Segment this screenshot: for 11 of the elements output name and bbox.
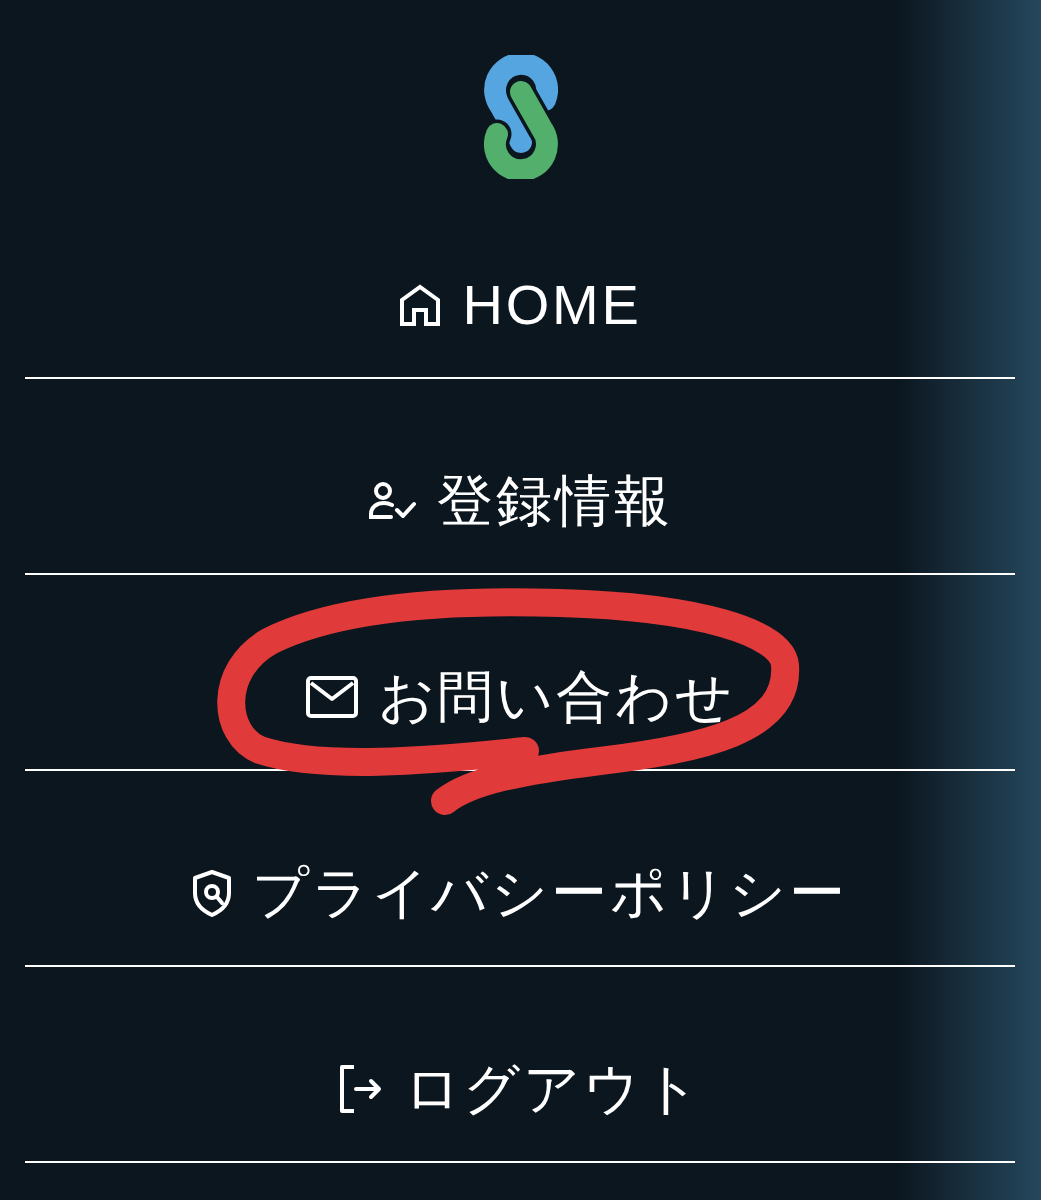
menu-link[interactable]: ログアウト bbox=[337, 1055, 703, 1122]
mail-icon bbox=[305, 675, 358, 718]
shield-icon bbox=[192, 868, 232, 917]
home-icon bbox=[398, 282, 443, 327]
user-check-icon bbox=[367, 480, 418, 521]
logo-icon bbox=[483, 55, 558, 179]
menu-link[interactable]: HOME bbox=[398, 271, 642, 338]
menu-link[interactable]: 登録情報 bbox=[367, 467, 673, 534]
menu-link[interactable]: プライバシーポリシー bbox=[192, 859, 848, 926]
logout-icon bbox=[337, 1063, 384, 1114]
menu-link[interactable]: お問い合わせ bbox=[305, 663, 735, 730]
